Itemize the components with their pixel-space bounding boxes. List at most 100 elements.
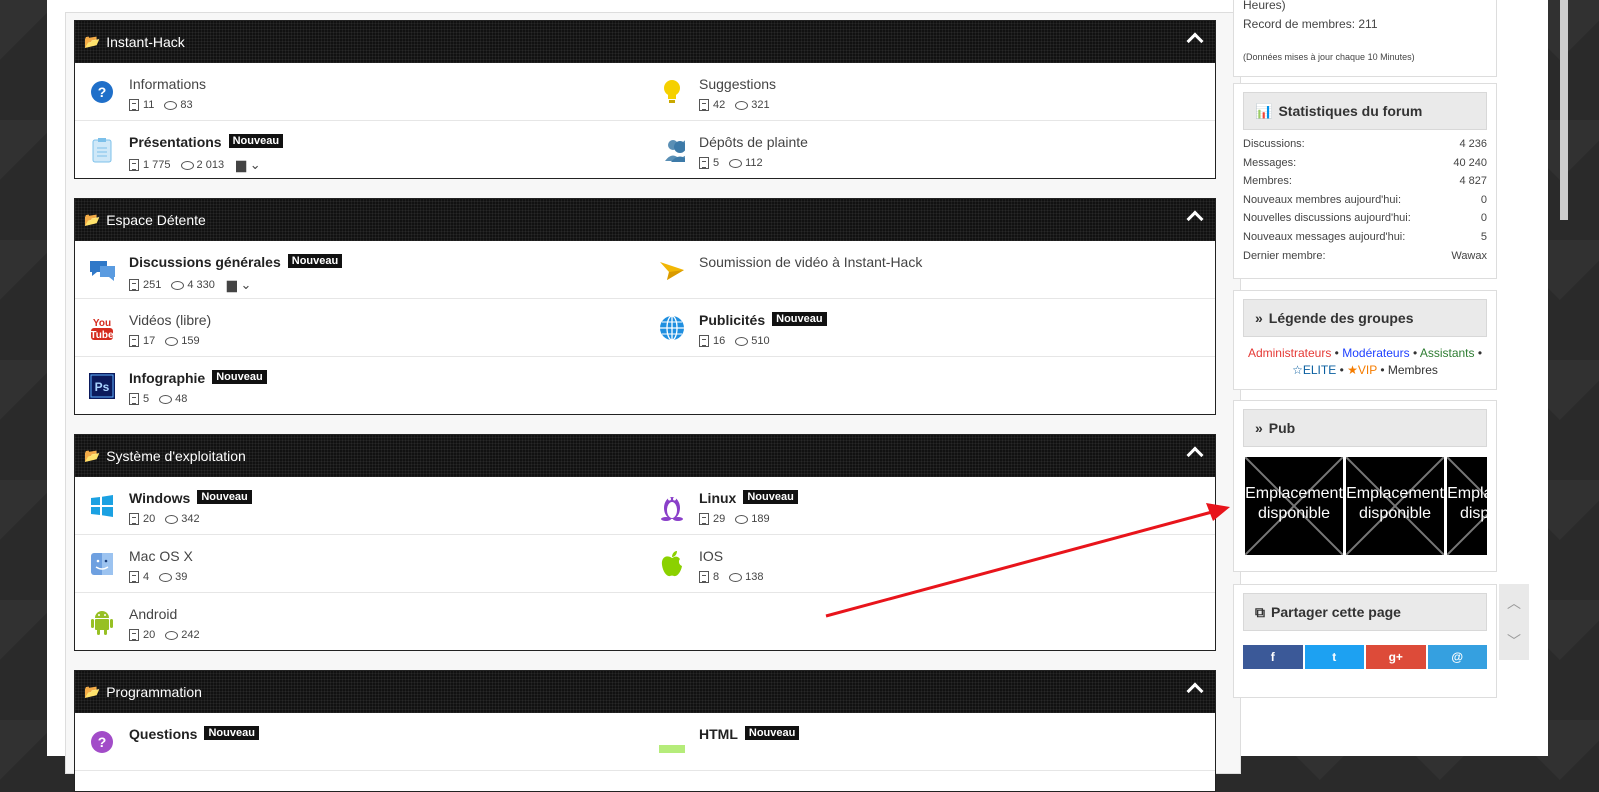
forum-link[interactable]: Mac OS X bbox=[129, 548, 193, 564]
topics-count: 5 bbox=[143, 393, 150, 405]
update-note: (Données mises à jour chaque 10 Minutes) bbox=[1243, 52, 1415, 62]
facebook-share-button[interactable]: f bbox=[1243, 645, 1303, 669]
category-header[interactable]: 📂 Programmation bbox=[75, 671, 1215, 713]
forum-title: Windows bbox=[129, 490, 191, 506]
category-header[interactable]: 📂 Espace Détente bbox=[75, 199, 1215, 241]
forum-row[interactable]: Suggestions 42 321 bbox=[645, 63, 1215, 121]
posts-count: 159 bbox=[181, 335, 200, 347]
page-scrollbar[interactable] bbox=[1560, 0, 1568, 220]
forum-link[interactable]: Discussions générales Nouveau bbox=[129, 254, 343, 270]
topics-count: 11 bbox=[143, 99, 155, 111]
topics-count: 20 bbox=[143, 513, 156, 525]
collapse-chevron-icon[interactable] bbox=[1186, 446, 1204, 464]
legend-admins[interactable]: Administrateurs bbox=[1248, 346, 1331, 360]
category-header[interactable]: 📂 Système d'exploitation bbox=[75, 435, 1215, 477]
topics-icon bbox=[699, 513, 709, 525]
folder-open-icon: 📂 bbox=[84, 34, 101, 49]
scroll-down-button[interactable]: ﹀ bbox=[1499, 622, 1529, 660]
ad-slot-label: Emplacement disponible bbox=[1346, 485, 1444, 522]
apple-icon bbox=[659, 551, 685, 577]
category-header[interactable]: 📂 Instant-Hack bbox=[75, 21, 1215, 63]
stat-value: 4 827 bbox=[1459, 175, 1487, 188]
new-badge: Nouveau bbox=[228, 134, 284, 148]
ad-slot[interactable]: Emplacement disponible bbox=[1447, 457, 1487, 555]
legend-content: Administrateurs • Modérateurs • Assistan… bbox=[1234, 337, 1496, 379]
forum-row[interactable]: Dépôts de plainte 5 112 bbox=[645, 121, 1215, 178]
legend-assistants[interactable]: Assistants bbox=[1420, 346, 1475, 360]
forum-link[interactable]: Dépôts de plainte bbox=[699, 134, 808, 150]
legend-elite[interactable]: ELITE bbox=[1303, 363, 1336, 377]
posts-count: 138 bbox=[745, 571, 764, 583]
forum-stats: 29 189 bbox=[699, 513, 770, 525]
posts-icon bbox=[165, 514, 179, 524]
topics-icon bbox=[699, 157, 709, 169]
youtube-icon: You Tube bbox=[89, 315, 115, 341]
new-badge: Nouveau bbox=[744, 726, 800, 740]
legend-members[interactable]: Membres bbox=[1388, 363, 1438, 377]
globe-icon bbox=[659, 315, 685, 341]
forum-row[interactable]: Discussions générales Nouveau 251 4 330 ▆ ⌄ bbox=[75, 241, 645, 299]
forum-link[interactable]: Suggestions bbox=[699, 76, 776, 92]
twitter-share-button[interactable]: t bbox=[1304, 645, 1364, 669]
forum-title: Infographie bbox=[129, 370, 206, 386]
forum-row[interactable]: Présentations Nouveau 1 775 2 013 ▆ ⌄ bbox=[75, 121, 645, 178]
forum-link[interactable]: Présentations Nouveau bbox=[129, 134, 284, 150]
forum-stats: 8 138 bbox=[699, 571, 763, 583]
forum-row[interactable]: You Tube Vidéos (libre) 17 159 bbox=[75, 299, 645, 357]
subforums-toggle[interactable]: ▆ ⌄ bbox=[236, 157, 261, 173]
ad-slot[interactable]: Emplacement disponible bbox=[1346, 457, 1444, 555]
email-share-button[interactable]: @ bbox=[1427, 645, 1487, 669]
forum-link[interactable]: Vidéos (libre) bbox=[129, 312, 211, 328]
forum-stats: 16 510 bbox=[699, 335, 770, 347]
last-member-link[interactable]: Wawax bbox=[1451, 247, 1487, 266]
legend-mods[interactable]: Modérateurs bbox=[1342, 346, 1409, 360]
forum-row[interactable]: Soumission de vidéo à Instant-Hack bbox=[645, 241, 1215, 299]
forum-stats: 251 4 330 ▆ ⌄ bbox=[129, 277, 251, 293]
svg-text:?: ? bbox=[98, 84, 107, 100]
topics-icon bbox=[129, 99, 139, 111]
forum-row[interactable]: ? Questions Nouveau bbox=[75, 713, 645, 771]
users-icon bbox=[659, 137, 685, 163]
category-title: Espace Détente bbox=[106, 212, 206, 228]
forum-link[interactable]: HTML Nouveau bbox=[699, 726, 800, 742]
forum-row[interactable]: Ps Infographie Nouveau 5 48 bbox=[75, 357, 645, 414]
ad-slot-label: Emplacement disponible bbox=[1245, 485, 1343, 522]
forum-link[interactable]: Infographie Nouveau bbox=[129, 370, 267, 386]
forum-row[interactable]: Windows Nouveau 20 342 bbox=[75, 477, 645, 535]
forum-link[interactable]: Publicités Nouveau bbox=[699, 312, 827, 328]
collapse-chevron-icon[interactable] bbox=[1186, 32, 1204, 50]
posts-count: 242 bbox=[181, 629, 200, 641]
forum-link[interactable]: Android bbox=[129, 606, 177, 622]
forum-link[interactable]: Soumission de vidéo à Instant-Hack bbox=[699, 254, 922, 270]
category-espace-detente: 📂 Espace Détente Discussions générales No… bbox=[74, 198, 1216, 415]
forum-row[interactable]: Publicités Nouveau 16 510 bbox=[645, 299, 1215, 357]
category-instant-hack: 📂 Instant-Hack ? Informations 11 83 Sugge… bbox=[74, 20, 1216, 179]
stat-label[interactable]: Dernier membre: bbox=[1243, 247, 1326, 266]
collapse-chevron-icon[interactable] bbox=[1186, 210, 1204, 228]
share-buttons: f t g+ @ bbox=[1243, 645, 1487, 669]
legend-vip[interactable]: VIP bbox=[1358, 363, 1377, 377]
category-programmation: 📂 Programmation ? Questions Nouveau HTML N… bbox=[74, 670, 1216, 792]
subforums-toggle[interactable]: ▆ ⌄ bbox=[227, 277, 252, 293]
scroll-up-button[interactable]: ︿ bbox=[1499, 584, 1529, 622]
collapse-chevron-icon[interactable] bbox=[1186, 682, 1204, 700]
stat-value: 0 bbox=[1480, 193, 1487, 206]
forum-link[interactable]: Linux Nouveau bbox=[699, 490, 798, 506]
legend-separator: • bbox=[1334, 346, 1339, 360]
ad-slot[interactable]: Emplacement disponible bbox=[1245, 457, 1343, 555]
forum-stats: 20 242 bbox=[129, 629, 200, 641]
forum-link[interactable]: IOS bbox=[699, 548, 723, 564]
forum-row[interactable]: Mac OS X 4 39 bbox=[75, 535, 645, 593]
forum-row[interactable]: ? Informations 11 83 bbox=[75, 63, 645, 121]
topics-count: 17 bbox=[143, 335, 156, 347]
posts-count: 189 bbox=[751, 513, 770, 525]
forum-row[interactable]: Android 20 242 bbox=[75, 593, 645, 650]
posts-icon bbox=[735, 100, 749, 110]
forum-link[interactable]: Windows Nouveau bbox=[129, 490, 252, 506]
forum-row[interactable]: HTML Nouveau bbox=[645, 713, 1215, 771]
forum-link[interactable]: Informations bbox=[129, 76, 206, 92]
legend-separator: • bbox=[1412, 346, 1418, 360]
forum-link[interactable]: Questions Nouveau bbox=[129, 726, 259, 742]
new-badge: Nouveau bbox=[197, 490, 252, 504]
googleplus-share-button[interactable]: g+ bbox=[1366, 645, 1426, 669]
